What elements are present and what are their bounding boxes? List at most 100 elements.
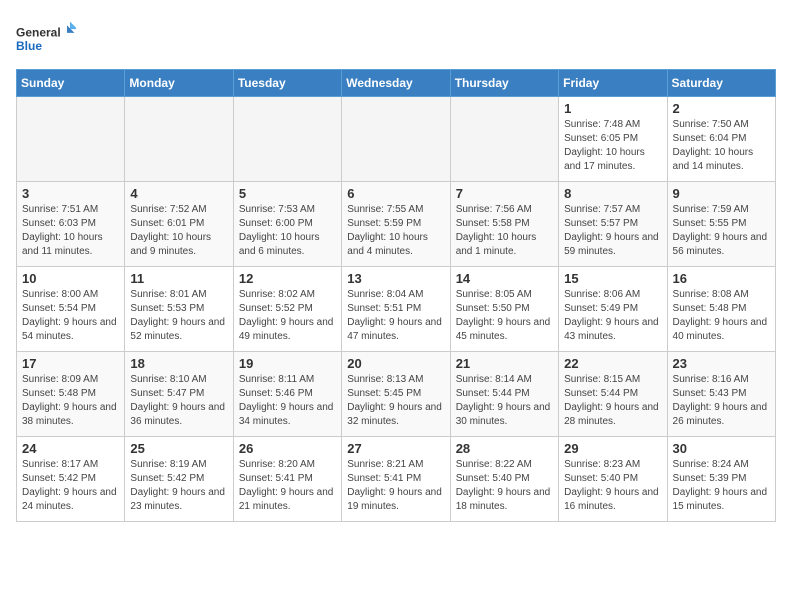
- day-number: 18: [130, 356, 227, 371]
- weekday-header-friday: Friday: [559, 70, 667, 97]
- day-info: Sunrise: 8:00 AMSunset: 5:54 PMDaylight:…: [22, 288, 119, 344]
- calendar-cell: 12 Sunrise: 8:02 AMSunset: 5:52 PMDaylig…: [233, 267, 341, 352]
- svg-text:Blue: Blue: [16, 39, 42, 53]
- calendar-cell: [450, 97, 558, 182]
- day-number: 11: [130, 271, 227, 286]
- calendar-cell: 22 Sunrise: 8:15 AMSunset: 5:44 PMDaylig…: [559, 352, 667, 437]
- calendar-cell: 7 Sunrise: 7:56 AMSunset: 5:58 PMDayligh…: [450, 182, 558, 267]
- day-info: Sunrise: 8:10 AMSunset: 5:47 PMDaylight:…: [130, 373, 227, 429]
- day-number: 10: [22, 271, 119, 286]
- day-number: 21: [456, 356, 553, 371]
- page-header: General Blue: [16, 16, 776, 61]
- day-number: 1: [564, 101, 661, 116]
- day-info: Sunrise: 8:11 AMSunset: 5:46 PMDaylight:…: [239, 373, 336, 429]
- day-info: Sunrise: 7:59 AMSunset: 5:55 PMDaylight:…: [673, 203, 770, 259]
- calendar: SundayMondayTuesdayWednesdayThursdayFrid…: [16, 69, 776, 522]
- day-info: Sunrise: 7:56 AMSunset: 5:58 PMDaylight:…: [456, 203, 553, 259]
- weekday-header-row: SundayMondayTuesdayWednesdayThursdayFrid…: [17, 70, 776, 97]
- calendar-cell: 24 Sunrise: 8:17 AMSunset: 5:42 PMDaylig…: [17, 437, 125, 522]
- calendar-cell: 13 Sunrise: 8:04 AMSunset: 5:51 PMDaylig…: [342, 267, 450, 352]
- day-info: Sunrise: 8:01 AMSunset: 5:53 PMDaylight:…: [130, 288, 227, 344]
- day-info: Sunrise: 8:06 AMSunset: 5:49 PMDaylight:…: [564, 288, 661, 344]
- day-number: 8: [564, 186, 661, 201]
- calendar-cell: 11 Sunrise: 8:01 AMSunset: 5:53 PMDaylig…: [125, 267, 233, 352]
- calendar-cell: [125, 97, 233, 182]
- day-info: Sunrise: 8:15 AMSunset: 5:44 PMDaylight:…: [564, 373, 661, 429]
- calendar-cell: 23 Sunrise: 8:16 AMSunset: 5:43 PMDaylig…: [667, 352, 775, 437]
- day-number: 13: [347, 271, 444, 286]
- day-info: Sunrise: 7:50 AMSunset: 6:04 PMDaylight:…: [673, 118, 770, 174]
- day-number: 30: [673, 441, 770, 456]
- calendar-cell: [233, 97, 341, 182]
- day-info: Sunrise: 8:13 AMSunset: 5:45 PMDaylight:…: [347, 373, 444, 429]
- day-info: Sunrise: 8:02 AMSunset: 5:52 PMDaylight:…: [239, 288, 336, 344]
- day-number: 12: [239, 271, 336, 286]
- calendar-cell: 10 Sunrise: 8:00 AMSunset: 5:54 PMDaylig…: [17, 267, 125, 352]
- day-info: Sunrise: 8:21 AMSunset: 5:41 PMDaylight:…: [347, 458, 444, 514]
- day-number: 25: [130, 441, 227, 456]
- calendar-cell: 16 Sunrise: 8:08 AMSunset: 5:48 PMDaylig…: [667, 267, 775, 352]
- day-number: 19: [239, 356, 336, 371]
- calendar-cell: 29 Sunrise: 8:23 AMSunset: 5:40 PMDaylig…: [559, 437, 667, 522]
- weekday-header-wednesday: Wednesday: [342, 70, 450, 97]
- day-number: 28: [456, 441, 553, 456]
- calendar-cell: 8 Sunrise: 7:57 AMSunset: 5:57 PMDayligh…: [559, 182, 667, 267]
- weekday-header-tuesday: Tuesday: [233, 70, 341, 97]
- day-info: Sunrise: 8:23 AMSunset: 5:40 PMDaylight:…: [564, 458, 661, 514]
- day-number: 4: [130, 186, 227, 201]
- calendar-cell: 18 Sunrise: 8:10 AMSunset: 5:47 PMDaylig…: [125, 352, 233, 437]
- calendar-cell: 26 Sunrise: 8:20 AMSunset: 5:41 PMDaylig…: [233, 437, 341, 522]
- calendar-cell: 25 Sunrise: 8:19 AMSunset: 5:42 PMDaylig…: [125, 437, 233, 522]
- calendar-week-3: 10 Sunrise: 8:00 AMSunset: 5:54 PMDaylig…: [17, 267, 776, 352]
- day-info: Sunrise: 8:04 AMSunset: 5:51 PMDaylight:…: [347, 288, 444, 344]
- day-info: Sunrise: 7:55 AMSunset: 5:59 PMDaylight:…: [347, 203, 444, 259]
- day-info: Sunrise: 8:08 AMSunset: 5:48 PMDaylight:…: [673, 288, 770, 344]
- day-number: 2: [673, 101, 770, 116]
- calendar-cell: 1 Sunrise: 7:48 AMSunset: 6:05 PMDayligh…: [559, 97, 667, 182]
- day-info: Sunrise: 7:48 AMSunset: 6:05 PMDaylight:…: [564, 118, 661, 174]
- day-info: Sunrise: 8:19 AMSunset: 5:42 PMDaylight:…: [130, 458, 227, 514]
- calendar-cell: 3 Sunrise: 7:51 AMSunset: 6:03 PMDayligh…: [17, 182, 125, 267]
- day-number: 15: [564, 271, 661, 286]
- day-number: 7: [456, 186, 553, 201]
- calendar-cell: 21 Sunrise: 8:14 AMSunset: 5:44 PMDaylig…: [450, 352, 558, 437]
- day-info: Sunrise: 8:05 AMSunset: 5:50 PMDaylight:…: [456, 288, 553, 344]
- svg-text:General: General: [16, 26, 61, 40]
- day-info: Sunrise: 8:22 AMSunset: 5:40 PMDaylight:…: [456, 458, 553, 514]
- calendar-cell: 17 Sunrise: 8:09 AMSunset: 5:48 PMDaylig…: [17, 352, 125, 437]
- logo-svg: General Blue: [16, 16, 76, 61]
- day-info: Sunrise: 8:09 AMSunset: 5:48 PMDaylight:…: [22, 373, 119, 429]
- calendar-cell: 9 Sunrise: 7:59 AMSunset: 5:55 PMDayligh…: [667, 182, 775, 267]
- day-number: 5: [239, 186, 336, 201]
- calendar-cell: [342, 97, 450, 182]
- day-number: 23: [673, 356, 770, 371]
- day-info: Sunrise: 8:14 AMSunset: 5:44 PMDaylight:…: [456, 373, 553, 429]
- day-info: Sunrise: 8:16 AMSunset: 5:43 PMDaylight:…: [673, 373, 770, 429]
- calendar-week-4: 17 Sunrise: 8:09 AMSunset: 5:48 PMDaylig…: [17, 352, 776, 437]
- calendar-cell: 20 Sunrise: 8:13 AMSunset: 5:45 PMDaylig…: [342, 352, 450, 437]
- weekday-header-monday: Monday: [125, 70, 233, 97]
- day-number: 6: [347, 186, 444, 201]
- calendar-cell: 2 Sunrise: 7:50 AMSunset: 6:04 PMDayligh…: [667, 97, 775, 182]
- day-info: Sunrise: 7:52 AMSunset: 6:01 PMDaylight:…: [130, 203, 227, 259]
- weekday-header-sunday: Sunday: [17, 70, 125, 97]
- calendar-week-1: 1 Sunrise: 7:48 AMSunset: 6:05 PMDayligh…: [17, 97, 776, 182]
- calendar-cell: 19 Sunrise: 8:11 AMSunset: 5:46 PMDaylig…: [233, 352, 341, 437]
- day-info: Sunrise: 7:51 AMSunset: 6:03 PMDaylight:…: [22, 203, 119, 259]
- day-number: 24: [22, 441, 119, 456]
- day-number: 16: [673, 271, 770, 286]
- logo: General Blue: [16, 16, 76, 61]
- day-info: Sunrise: 7:57 AMSunset: 5:57 PMDaylight:…: [564, 203, 661, 259]
- day-number: 22: [564, 356, 661, 371]
- calendar-cell: 27 Sunrise: 8:21 AMSunset: 5:41 PMDaylig…: [342, 437, 450, 522]
- day-number: 9: [673, 186, 770, 201]
- calendar-cell: 15 Sunrise: 8:06 AMSunset: 5:49 PMDaylig…: [559, 267, 667, 352]
- day-info: Sunrise: 8:24 AMSunset: 5:39 PMDaylight:…: [673, 458, 770, 514]
- day-number: 27: [347, 441, 444, 456]
- day-number: 3: [22, 186, 119, 201]
- weekday-header-thursday: Thursday: [450, 70, 558, 97]
- calendar-cell: 6 Sunrise: 7:55 AMSunset: 5:59 PMDayligh…: [342, 182, 450, 267]
- day-number: 29: [564, 441, 661, 456]
- calendar-week-2: 3 Sunrise: 7:51 AMSunset: 6:03 PMDayligh…: [17, 182, 776, 267]
- day-number: 26: [239, 441, 336, 456]
